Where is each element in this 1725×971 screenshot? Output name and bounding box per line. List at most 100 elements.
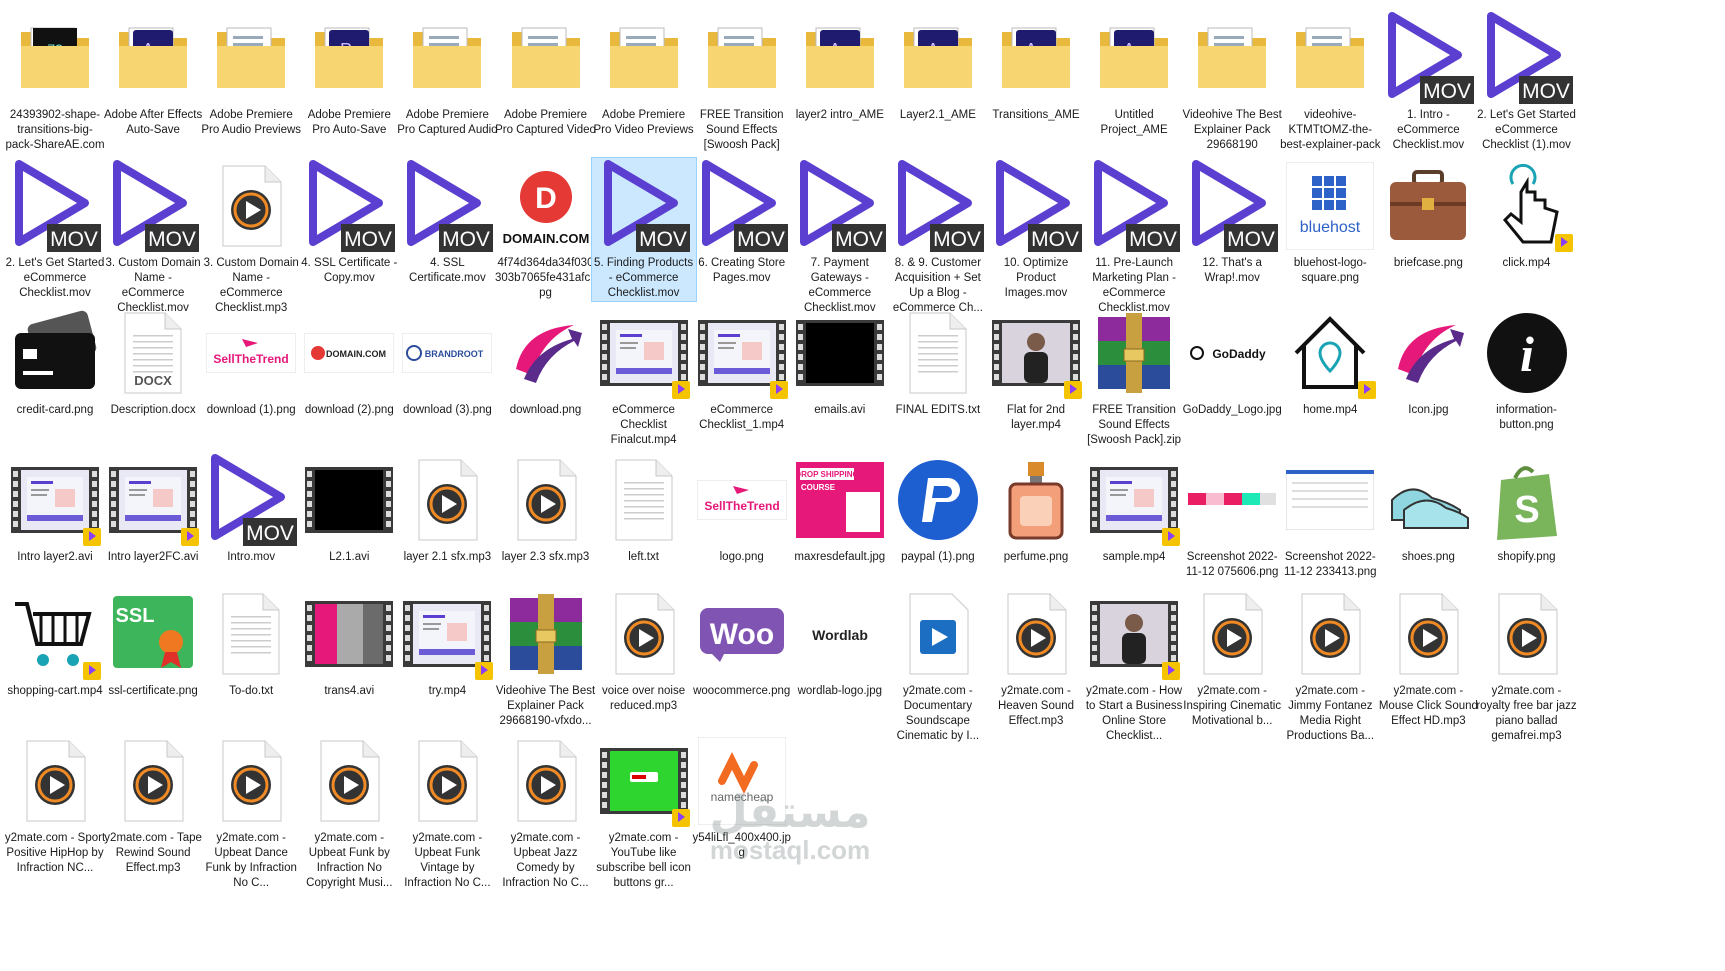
video-thumbnail-icon: [596, 305, 692, 401]
file-item[interactable]: FINAL EDITS.txt: [886, 305, 990, 418]
file-item[interactable]: y2mate.com - Sport Positive HipHop by In…: [3, 733, 107, 876]
file-item[interactable]: GoDaddy GoDaddy_Logo.jpg: [1180, 305, 1284, 418]
file-item[interactable]: layer 2.3 sfx.mp3: [494, 452, 598, 565]
file-item[interactable]: download.png: [494, 305, 598, 418]
file-item[interactable]: Screenshot 2022-11-12 075606.png: [1180, 452, 1284, 580]
file-item[interactable]: Sshopify.png: [1475, 452, 1579, 565]
file-item[interactable]: Adobe Premiere Pro Video Previews: [592, 10, 696, 138]
file-item[interactable]: D DOMAIN.COM 4f74d364da34f030303b7065fe431…: [494, 158, 598, 301]
file-item[interactable]: y2mate.com - Tape Rewind Sound Effect.mp…: [101, 733, 205, 876]
file-item[interactable]: L2.1.avi: [297, 452, 401, 565]
file-item[interactable]: MOV 10. Optimize Product Images.mov: [984, 158, 1088, 301]
drop-shipping-course-icon: DROP SHIPPING COURSE: [792, 452, 888, 548]
file-item[interactable]: y2mate.com - Upbeat Funk by Infraction N…: [297, 733, 401, 891]
file-item[interactable]: Intro layer2.avi: [3, 452, 107, 565]
file-item[interactable]: y2mate.com - Heaven Sound Effect.mp3: [984, 586, 1088, 729]
file-item[interactable]: DROP SHIPPING COURSE maxresdefault.jpg: [788, 452, 892, 565]
file-name: y2mate.com - Jimmy Fontanez Media Right …: [1286, 685, 1375, 742]
player-badge-icon: [671, 809, 690, 827]
file-item[interactable]: Intro layer2FC.avi: [101, 452, 205, 565]
file-item[interactable]: y2mate.com - Inspiring Cinematic Motivat…: [1180, 586, 1284, 729]
file-item[interactable]: MOV 6. Creating Store Pages.mov: [690, 158, 794, 286]
file-item[interactable]: Flat for 2nd layer.mp4: [984, 305, 1088, 433]
file-item[interactable]: i information-button.png: [1475, 305, 1579, 433]
folder-after-effects-icon: Ae AEP: [792, 10, 888, 106]
file-item[interactable]: y2mate.com - Upbeat Dance Funk by Infrac…: [199, 733, 303, 891]
file-item[interactable]: sample.mp4: [1082, 452, 1186, 565]
folder-icon: [1184, 10, 1280, 106]
file-item[interactable]: Adobe Premiere Pro Captured Video: [494, 10, 598, 138]
file-item[interactable]: videohive-KTMTtOMZ-the-best-explainer-pa…: [1278, 10, 1382, 153]
file-item[interactable]: voice over noise reduced.mp3: [592, 586, 696, 714]
player-badge-icon: [83, 528, 101, 546]
file-item[interactable]: Screenshot 2022-11-12 233413.png: [1278, 452, 1382, 580]
file-item[interactable]: Woo woocommerce.png: [690, 586, 794, 699]
file-item[interactable]: Adobe Premiere Pro Audio Previews: [199, 10, 303, 138]
file-item[interactable]: DOCX Description.docx: [101, 305, 205, 418]
file-item[interactable]: left.txt: [592, 452, 696, 565]
file-item[interactable]: home.mp4: [1278, 305, 1382, 418]
file-item[interactable]: Ae AEP layer2 intro_AME: [788, 10, 892, 123]
file-item[interactable]: y2mate.com - royalty free bar jazz piano…: [1475, 586, 1579, 744]
file-item[interactable]: shoes.png: [1376, 452, 1480, 565]
file-item[interactable]: try.mp4: [395, 586, 499, 699]
file-item[interactable]: trans4.avi: [297, 586, 401, 699]
file-item[interactable]: eCommerce Checklist Finalcut.mp4: [592, 305, 696, 448]
file-name: Adobe Premiere Pro Auto-Save: [307, 109, 391, 136]
file-item[interactable]: SellTheTrend download (1).png: [199, 305, 303, 418]
file-item[interactable]: briefcase.png: [1376, 158, 1480, 271]
file-item[interactable]: Ae AEP Layer2.1_AME: [886, 10, 990, 123]
file-item[interactable]: MOV 12. That's a Wrap!.mov: [1180, 158, 1284, 286]
file-item[interactable]: y2mate.com - How to Start a Business Onl…: [1082, 586, 1186, 744]
file-item[interactable]: MOV Intro.mov: [199, 452, 303, 565]
file-item[interactable]: namecheap y54liLfl_400x400.jpg: [690, 733, 794, 861]
file-item[interactable]: Videohive The Best Explainer Pack 296681…: [1180, 10, 1284, 153]
file-item[interactable]: MOV 7. Payment Gateways - eCommerce Chec…: [788, 158, 892, 316]
file-name: y2mate.com - Sport Positive HipHop by In…: [4, 832, 106, 874]
file-item[interactable]: MOV 4. SSL Certificate.mov: [395, 158, 499, 286]
file-item[interactable]: MOV 4. SSL Certificate - Copy.mov: [297, 158, 401, 286]
file-item[interactable]: Icon.jpg: [1376, 305, 1480, 418]
file-item[interactable]: y2mate.com - Jimmy Fontanez Media Right …: [1278, 586, 1382, 744]
file-item[interactable]: y2mate.com - Upbeat Jazz Comedy by Infra…: [494, 733, 598, 891]
file-item[interactable]: FREE Transition Sound Effects [Swoosh Pa…: [1082, 305, 1186, 448]
file-item[interactable]: Adobe Premiere Pro Captured Audio: [395, 10, 499, 138]
file-item[interactable]: paypal (1).png: [886, 452, 990, 565]
file-item[interactable]: MOV 2. Let's Get Started eCommerce Check…: [3, 158, 107, 301]
file-item[interactable]: credit-card.png: [3, 305, 107, 418]
file-item[interactable]: 72 24393902-shape-transitions-big-pack-S…: [3, 10, 107, 153]
file-item[interactable]: MOV 11. Pre-Launch Marketing Plan - eCom…: [1082, 158, 1186, 316]
file-item[interactable]: layer 2.1 sfx.mp3: [395, 452, 499, 565]
file-item[interactable]: BRANDROOT download (3).png: [395, 305, 499, 418]
file-item[interactable]: To-do.txt: [199, 586, 303, 699]
file-item[interactable]: Ae AEP Transitions_AME: [984, 10, 1088, 123]
file-item[interactable]: click.mp4: [1475, 158, 1579, 271]
file-item[interactable]: MOV 5. Finding Products - eCommerce Chec…: [590, 157, 697, 302]
file-item[interactable]: Pr AEP Adobe Premiere Pro Auto-Save: [297, 10, 401, 138]
svg-text:bluehost: bluehost: [1300, 219, 1361, 236]
file-item[interactable]: bluehost bluehost-logo-square.png: [1278, 158, 1382, 286]
file-item[interactable]: Wordlab wordlab-logo.jpg: [788, 586, 892, 699]
file-item[interactable]: y2mate.com - Documentary Soundscape Cine…: [886, 586, 990, 744]
file-item[interactable]: emails.avi: [788, 305, 892, 418]
file-item[interactable]: y2mate.com - Upbeat Funk Vintage by Infr…: [395, 733, 499, 891]
file-item[interactable]: FREE Transition Sound Effects [Swoosh Pa…: [690, 10, 794, 153]
file-item[interactable]: MOV 2. Let's Get Started eCommerce Check…: [1475, 10, 1579, 153]
file-item[interactable]: shopping-cart.mp4: [3, 586, 107, 699]
file-item[interactable]: eCommerce Checklist_1.mp4: [690, 305, 794, 433]
file-item[interactable]: 3. Custom Domain Name - eCommerce Checkl…: [199, 158, 303, 316]
file-item[interactable]: MOV 1. Intro - eCommerce Checklist.mov: [1376, 10, 1480, 153]
file-item[interactable]: MOV 3. Custom Domain Name - eCommerce Ch…: [101, 158, 205, 316]
file-item[interactable]: MOV 8. & 9. Customer Acquisition + Set U…: [886, 158, 990, 316]
file-item[interactable]: DOMAIN.COM download (2).png: [297, 305, 401, 418]
file-item[interactable]: Ae AEP Untitled Project_AME: [1082, 10, 1186, 138]
file-item[interactable]: Videohive The Best Explainer Pack 296681…: [494, 586, 598, 729]
file-item[interactable]: Ae AEP Adobe After Effects Auto-Save: [101, 10, 205, 138]
pink-video-icon: [301, 586, 397, 682]
file-item[interactable]: y2mate.com - YouTube like subscribe bell…: [592, 733, 696, 891]
file-item[interactable]: perfume.png: [984, 452, 1088, 565]
file-item[interactable]: SSL ssl-certificate.png: [101, 586, 205, 699]
file-name: y2mate.com - Inspiring Cinematic Motivat…: [1183, 685, 1282, 727]
file-item[interactable]: y2mate.com - Mouse Click Sound Effect HD…: [1376, 586, 1480, 729]
file-item[interactable]: SellTheTrend logo.png: [690, 452, 794, 565]
